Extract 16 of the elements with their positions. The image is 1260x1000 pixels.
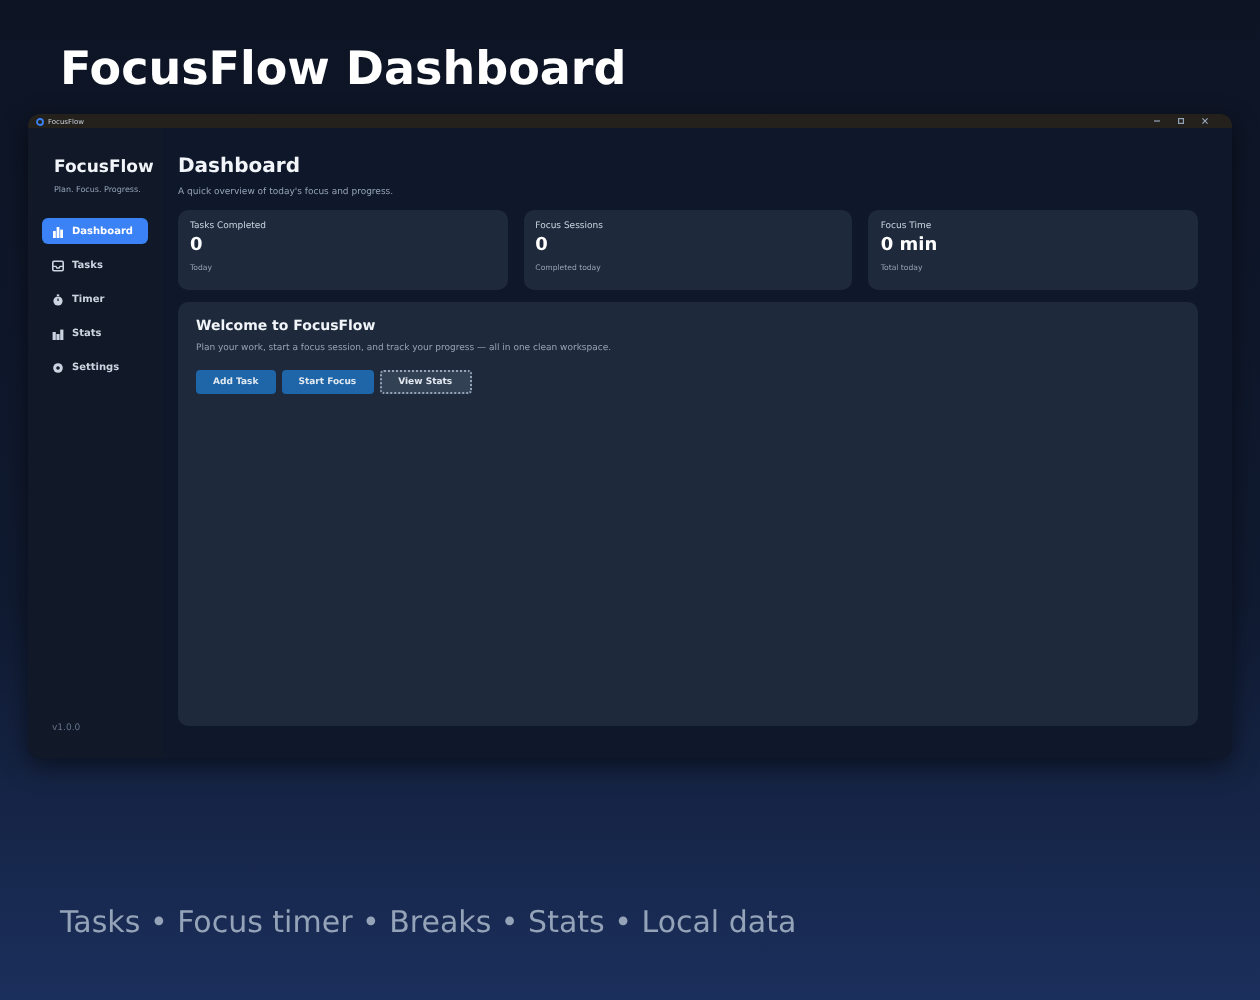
stat-value: 0 [190, 236, 203, 256]
stopwatch-icon [52, 293, 64, 305]
inbox-icon [52, 259, 64, 271]
app-icon [36, 117, 44, 125]
restore-icon[interactable] [1178, 118, 1184, 124]
app-name: FocusFlow [54, 158, 154, 178]
stat-value: 0 [535, 236, 548, 256]
settings-icon [52, 361, 64, 373]
page-title: Dashboard [178, 156, 300, 178]
close-icon[interactable] [1202, 118, 1208, 124]
feature-list: Tasks • Focus timer • Breaks • Stats • Local data [60, 904, 797, 940]
stat-value: 0 min [880, 236, 938, 256]
bar-chart-icon [52, 327, 64, 339]
page-headline: FocusFlow Dashboard [60, 44, 627, 100]
bar-chart-icon [52, 225, 64, 237]
minimize-icon[interactable] [1154, 118, 1160, 124]
